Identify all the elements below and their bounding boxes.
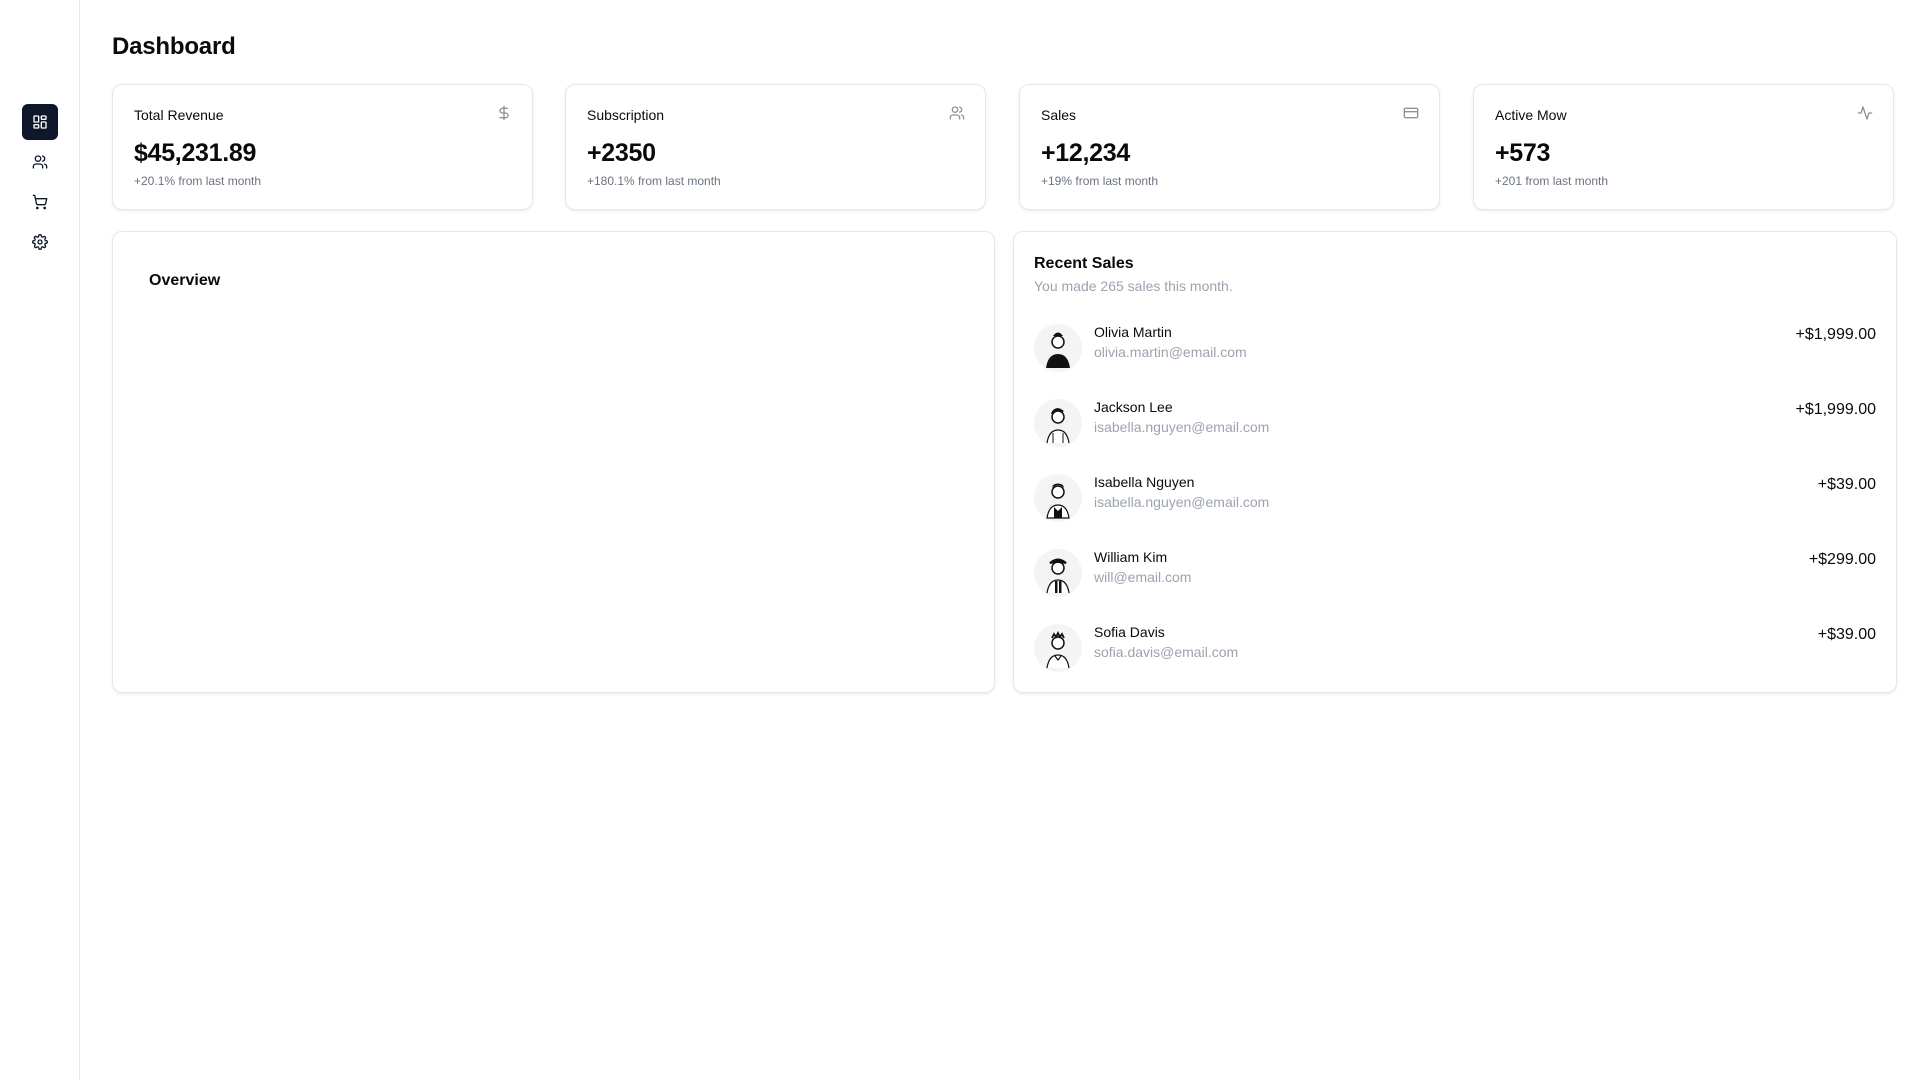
avatar bbox=[1034, 549, 1082, 597]
sale-row: William Kim will@email.com +$299.00 bbox=[1034, 549, 1876, 597]
customer-email: isabella.nguyen@email.com bbox=[1094, 494, 1270, 510]
stat-card-total-revenue: Total Revenue $45,231.89 +20.1% from las… bbox=[112, 84, 533, 210]
activity-icon bbox=[1857, 105, 1873, 121]
sale-row: Sofia Davis sofia.davis@email.com +$39.0… bbox=[1034, 624, 1876, 672]
sidebar bbox=[0, 0, 80, 1080]
recent-sales-card: Recent Sales You made 265 sales this mon… bbox=[1013, 231, 1897, 693]
customer-name: Olivia Martin bbox=[1094, 324, 1172, 340]
overview-card: Overview bbox=[112, 231, 995, 693]
customer-name: Jackson Lee bbox=[1094, 399, 1173, 415]
person-avatar-icon bbox=[1046, 408, 1070, 444]
dollar-icon bbox=[496, 105, 512, 121]
stats-row: Total Revenue $45,231.89 +20.1% from las… bbox=[112, 84, 1894, 210]
customer-name: William Kim bbox=[1094, 549, 1168, 565]
users-icon bbox=[949, 105, 965, 121]
stat-label: Total Revenue bbox=[134, 107, 224, 123]
customer-email: olivia.martin@email.com bbox=[1094, 344, 1247, 360]
stat-label: Sales bbox=[1041, 107, 1077, 123]
stat-label: Subscription bbox=[587, 107, 665, 123]
overview-title: Overview bbox=[149, 272, 221, 289]
person-avatar-icon bbox=[1046, 483, 1070, 519]
cart-icon bbox=[32, 194, 48, 210]
sidebar-item-orders[interactable] bbox=[22, 184, 58, 220]
page-title: Dashboard bbox=[112, 33, 236, 60]
stat-value: +2350 bbox=[587, 139, 656, 167]
main-content: Dashboard Total Revenue $45,231.89 +20.1… bbox=[80, 0, 1920, 1080]
stat-card-active-now: Active Mow +573 +201 from last month bbox=[1473, 84, 1894, 210]
sale-amount: +$1,999.00 bbox=[1795, 326, 1876, 343]
sale-amount: +$299.00 bbox=[1808, 551, 1876, 568]
recent-sales-title: Recent Sales bbox=[1034, 255, 1134, 272]
avatar bbox=[1034, 474, 1082, 522]
sidebar-item-users[interactable] bbox=[22, 144, 58, 180]
sidebar-item-settings[interactable] bbox=[22, 224, 58, 260]
person-avatar-icon bbox=[1046, 558, 1070, 594]
avatar bbox=[1034, 399, 1082, 447]
stat-value: +573 bbox=[1495, 139, 1551, 167]
sale-amount: +$39.00 bbox=[1817, 476, 1876, 493]
person-avatar-icon bbox=[1046, 630, 1070, 669]
dashboard-icon bbox=[33, 115, 47, 129]
stat-card-sales: Sales +12,234 +19% from last month bbox=[1019, 84, 1440, 210]
customer-email: sofia.davis@email.com bbox=[1094, 644, 1239, 660]
credit-card-icon bbox=[1403, 105, 1419, 121]
stat-label: Active Mow bbox=[1495, 107, 1567, 123]
sale-amount: +$1,999.00 bbox=[1795, 401, 1876, 418]
stat-change: +20.1% from last month bbox=[134, 174, 262, 188]
person-avatar-icon bbox=[1046, 332, 1070, 368]
recent-sales-description: You made 265 sales this month. bbox=[1034, 278, 1233, 294]
stat-change: +19% from last month bbox=[1041, 174, 1159, 188]
sidebar-item-dashboard[interactable] bbox=[22, 104, 58, 140]
customer-name: Isabella Nguyen bbox=[1094, 474, 1195, 490]
sale-row: Jackson Lee isabella.nguyen@email.com +$… bbox=[1034, 399, 1876, 447]
stat-value: +12,234 bbox=[1041, 139, 1130, 167]
customer-email: isabella.nguyen@email.com bbox=[1094, 419, 1270, 435]
sidebar-nav bbox=[22, 104, 58, 260]
sale-amount: +$39.00 bbox=[1817, 626, 1876, 643]
users-icon bbox=[32, 155, 48, 169]
customer-name: Sofia Davis bbox=[1094, 624, 1165, 640]
avatar bbox=[1034, 324, 1082, 372]
stat-value: $45,231.89 bbox=[134, 139, 257, 167]
stat-card-subscription: Subscription +2350 +180.1% from last mon… bbox=[565, 84, 986, 210]
stat-change: +201 from last month bbox=[1495, 174, 1609, 188]
stat-change: +180.1% from last month bbox=[587, 174, 721, 188]
sale-row: Isabella Nguyen isabella.nguyen@email.co… bbox=[1034, 474, 1876, 522]
settings-icon bbox=[32, 234, 48, 250]
customer-email: will@email.com bbox=[1094, 569, 1192, 585]
sale-row: Olivia Martin olivia.martin@email.com +$… bbox=[1034, 324, 1876, 372]
avatar bbox=[1034, 624, 1082, 672]
